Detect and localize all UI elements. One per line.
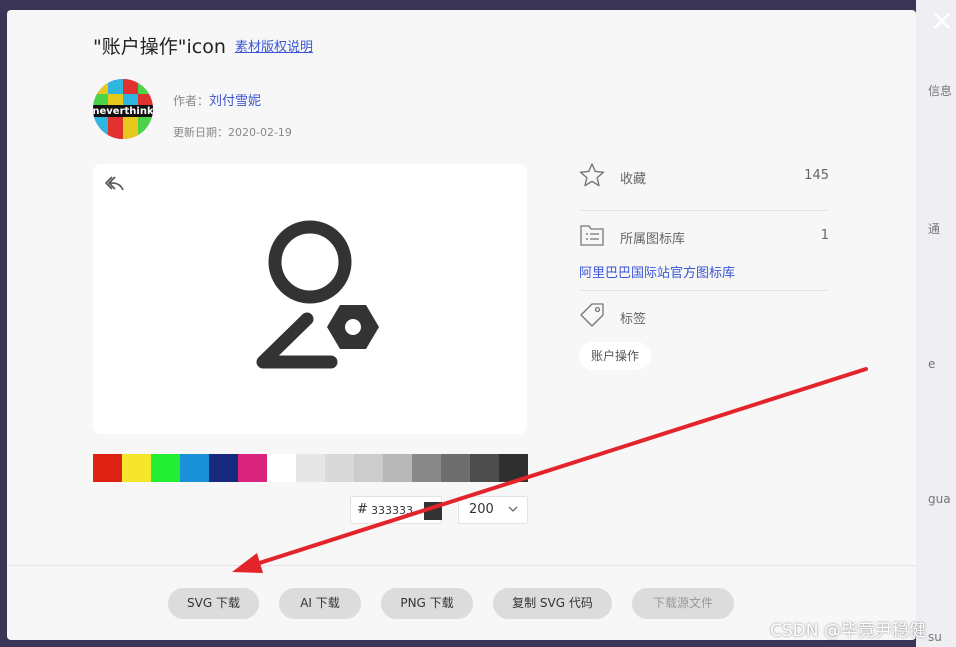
color-swatch-blue[interactable] — [180, 454, 209, 482]
background-text: gua — [928, 492, 951, 506]
color-swatches — [93, 454, 528, 482]
collect-label: 收藏 — [620, 172, 647, 187]
undo-icon[interactable] — [103, 174, 125, 192]
update-date: 更新日期：2020-02-19 — [173, 126, 292, 139]
color-swatch-gray-7[interactable] — [470, 454, 499, 482]
hex-hash: # — [357, 502, 368, 517]
color-swatch-gray-2[interactable] — [325, 454, 354, 482]
tag-chip[interactable]: 账户操作 — [579, 342, 652, 370]
divider — [579, 290, 829, 291]
footer-divider — [7, 565, 916, 566]
watermark: CSDN @毕竟尹稳健 — [770, 621, 926, 641]
chevron-down-icon — [508, 506, 518, 512]
size-value: 200 — [469, 502, 494, 517]
tag-icon — [580, 303, 604, 327]
color-swatch-gray-4[interactable] — [383, 454, 412, 482]
color-swatch-gray-8[interactable] — [499, 454, 528, 482]
svg-download-button[interactable]: SVG 下载 — [168, 588, 259, 619]
copy-svg-code-button[interactable]: 复制 SVG 代码 — [493, 588, 612, 619]
star-icon[interactable] — [579, 162, 605, 188]
background-text: e — [928, 357, 936, 371]
background-text: 信息 — [928, 84, 953, 98]
divider — [579, 210, 829, 211]
collect-count: 145 — [804, 168, 829, 183]
tags-row: 标签 — [579, 302, 829, 332]
icon-title: "账户操作"icon — [93, 36, 226, 58]
color-swatch-gray-6[interactable] — [441, 454, 470, 482]
author-line: 作者：刘付雪妮 — [173, 90, 261, 109]
color-swatch-gray-3[interactable] — [354, 454, 383, 482]
ai-download-button[interactable]: AI 下载 — [279, 588, 361, 619]
hex-color-input[interactable]: # 333333 — [350, 496, 442, 524]
background-text: 通 — [928, 222, 941, 236]
color-swatch-yellow[interactable] — [122, 454, 151, 482]
library-link[interactable]: 阿里巴巴国际站官方图标库 — [579, 262, 735, 281]
color-swatch-green[interactable] — [151, 454, 180, 482]
icon-preview-panel — [93, 164, 527, 434]
background-page-strip: 信息 通 e gua su — [916, 0, 956, 647]
png-download-button[interactable]: PNG 下载 — [381, 588, 473, 619]
current-color-swatch — [424, 502, 442, 520]
library-count: 1 — [820, 228, 829, 243]
color-swatch-pink[interactable] — [238, 454, 267, 482]
author-label: 作者： — [173, 94, 210, 108]
library-label: 所属图标库 — [620, 232, 686, 247]
close-icon[interactable]: ✕ — [928, 8, 956, 36]
color-swatch-red[interactable] — [93, 454, 122, 482]
folder-list-icon — [580, 225, 604, 246]
avatar-text: neverthink — [93, 106, 153, 117]
copyright-link[interactable]: 素材版权说明 — [235, 36, 313, 55]
hex-value[interactable]: 333333 — [371, 504, 413, 517]
background-text: su — [928, 630, 942, 644]
color-swatch-white[interactable] — [267, 454, 296, 482]
icon-detail-modal: "账户操作"icon 素材版权说明 neverthink 作者：刘付雪妮 更新日… — [7, 10, 916, 640]
author-name-link[interactable]: 刘付雪妮 — [209, 94, 261, 109]
tags-label: 标签 — [620, 312, 647, 327]
user-settings-icon — [256, 220, 379, 369]
download-source-button[interactable]: 下载源文件 — [632, 588, 734, 619]
color-swatch-navy[interactable] — [209, 454, 238, 482]
library-row: 所属图标库 1 — [579, 222, 829, 252]
size-select[interactable]: 200 — [458, 496, 528, 524]
author-avatar[interactable]: neverthink — [93, 79, 153, 139]
color-swatch-gray-1[interactable] — [296, 454, 325, 482]
color-swatch-gray-5[interactable] — [412, 454, 441, 482]
collect-row[interactable]: 收藏 145 — [579, 162, 829, 192]
